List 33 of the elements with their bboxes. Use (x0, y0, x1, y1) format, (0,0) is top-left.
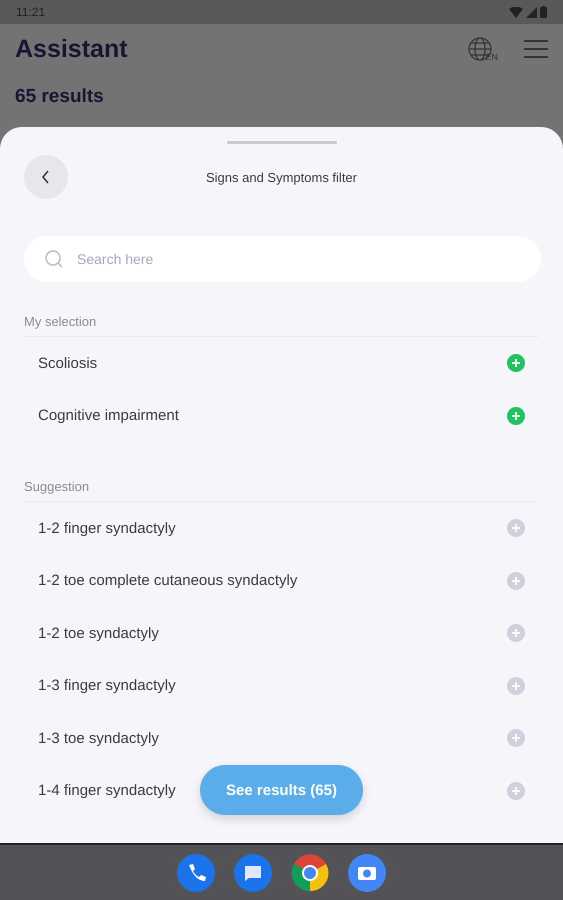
symptom-label[interactable]: 1-3 toe syndactyly (38, 730, 159, 747)
add-icon[interactable] (507, 354, 525, 372)
status-time: 11:21 (16, 5, 46, 19)
add-icon[interactable] (507, 624, 525, 642)
add-icon[interactable] (507, 406, 525, 425)
section-heading: My selection (24, 313, 98, 331)
symptom-label[interactable]: 1-2 toe syndactyly (38, 624, 159, 642)
phone-app-icon[interactable] (177, 854, 215, 892)
signal-icon (526, 6, 537, 18)
camera-app-icon[interactable] (348, 854, 386, 892)
symptom-label[interactable]: Scoliosis (38, 354, 98, 372)
symptom-label[interactable]: 1-4 finger syndactyly (38, 782, 176, 800)
symptom-label[interactable]: 1-3 finger syndactyly (38, 677, 176, 694)
add-icon[interactable] (507, 676, 525, 695)
add-icon[interactable] (507, 729, 525, 748)
browser-app-icon[interactable] (291, 854, 329, 892)
add-icon[interactable] (507, 519, 525, 538)
search-icon (44, 249, 64, 269)
wifi-icon (509, 6, 523, 18)
symptom-label[interactable]: Cognitive impairment (38, 407, 179, 424)
results-count: 65 results (15, 86, 104, 108)
messages-app-icon[interactable] (234, 854, 272, 892)
app-title: Assistant (15, 34, 128, 64)
menu-icon[interactable] (524, 40, 548, 58)
section-heading: Suggestion (24, 478, 90, 496)
symptom-label[interactable]: 1-2 toe complete cutaneous syndactyly (38, 572, 298, 590)
search-field[interactable]: Search here (24, 236, 541, 282)
battery-icon (540, 6, 547, 18)
sheet-title: Signs and Symptoms filter (206, 170, 357, 184)
drag-handle[interactable] (226, 141, 336, 144)
symptom-label[interactable]: 1-2 finger syndactyly (38, 520, 176, 537)
add-icon[interactable] (507, 572, 525, 590)
add-icon[interactable] (507, 782, 525, 800)
